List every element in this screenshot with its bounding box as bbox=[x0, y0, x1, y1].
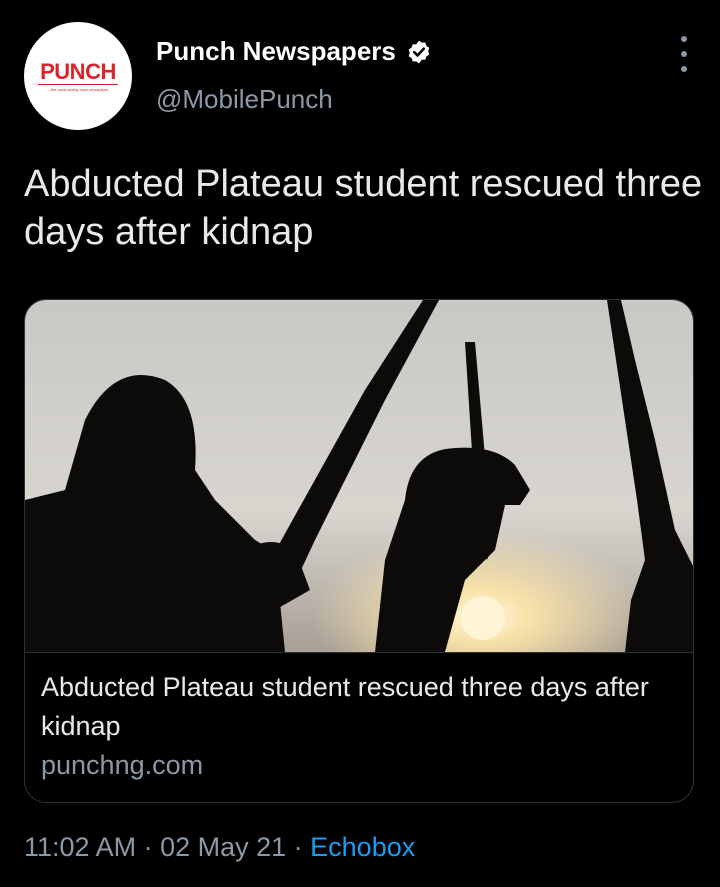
verified-badge-icon bbox=[408, 40, 430, 63]
link-preview-card[interactable]: Abducted Plateau student rescued three d… bbox=[24, 299, 694, 803]
punch-logo: PUNCH bbox=[38, 58, 118, 85]
meta-separator: · bbox=[286, 832, 311, 862]
tweet-source-link[interactable]: Echobox bbox=[310, 832, 415, 862]
meta-separator: · bbox=[136, 832, 161, 862]
tweet-meta: 11:02 AM · 02 May 21 · Echobox bbox=[24, 832, 415, 863]
author-avatar[interactable]: PUNCH ...the most widely read newspaper bbox=[24, 22, 132, 130]
card-image bbox=[25, 300, 693, 652]
author-handle[interactable]: @MobilePunch bbox=[156, 84, 333, 115]
punch-logo-tagline: ...the most widely read newspaper bbox=[47, 86, 109, 92]
card-domain: punchng.com bbox=[41, 750, 204, 780]
more-options-icon[interactable] bbox=[672, 36, 696, 72]
card-divider bbox=[25, 652, 693, 653]
card-title: Abducted Plateau student rescued three d… bbox=[41, 672, 649, 741]
tweet-date[interactable]: 02 May 21 bbox=[160, 832, 286, 862]
tweet-text: Abducted Plateau student rescued three d… bbox=[24, 163, 703, 253]
author-name-row[interactable]: Punch Newspapers bbox=[156, 36, 432, 67]
tweet-time[interactable]: 11:02 AM bbox=[24, 832, 136, 862]
author-name[interactable]: Punch Newspapers bbox=[156, 36, 396, 67]
